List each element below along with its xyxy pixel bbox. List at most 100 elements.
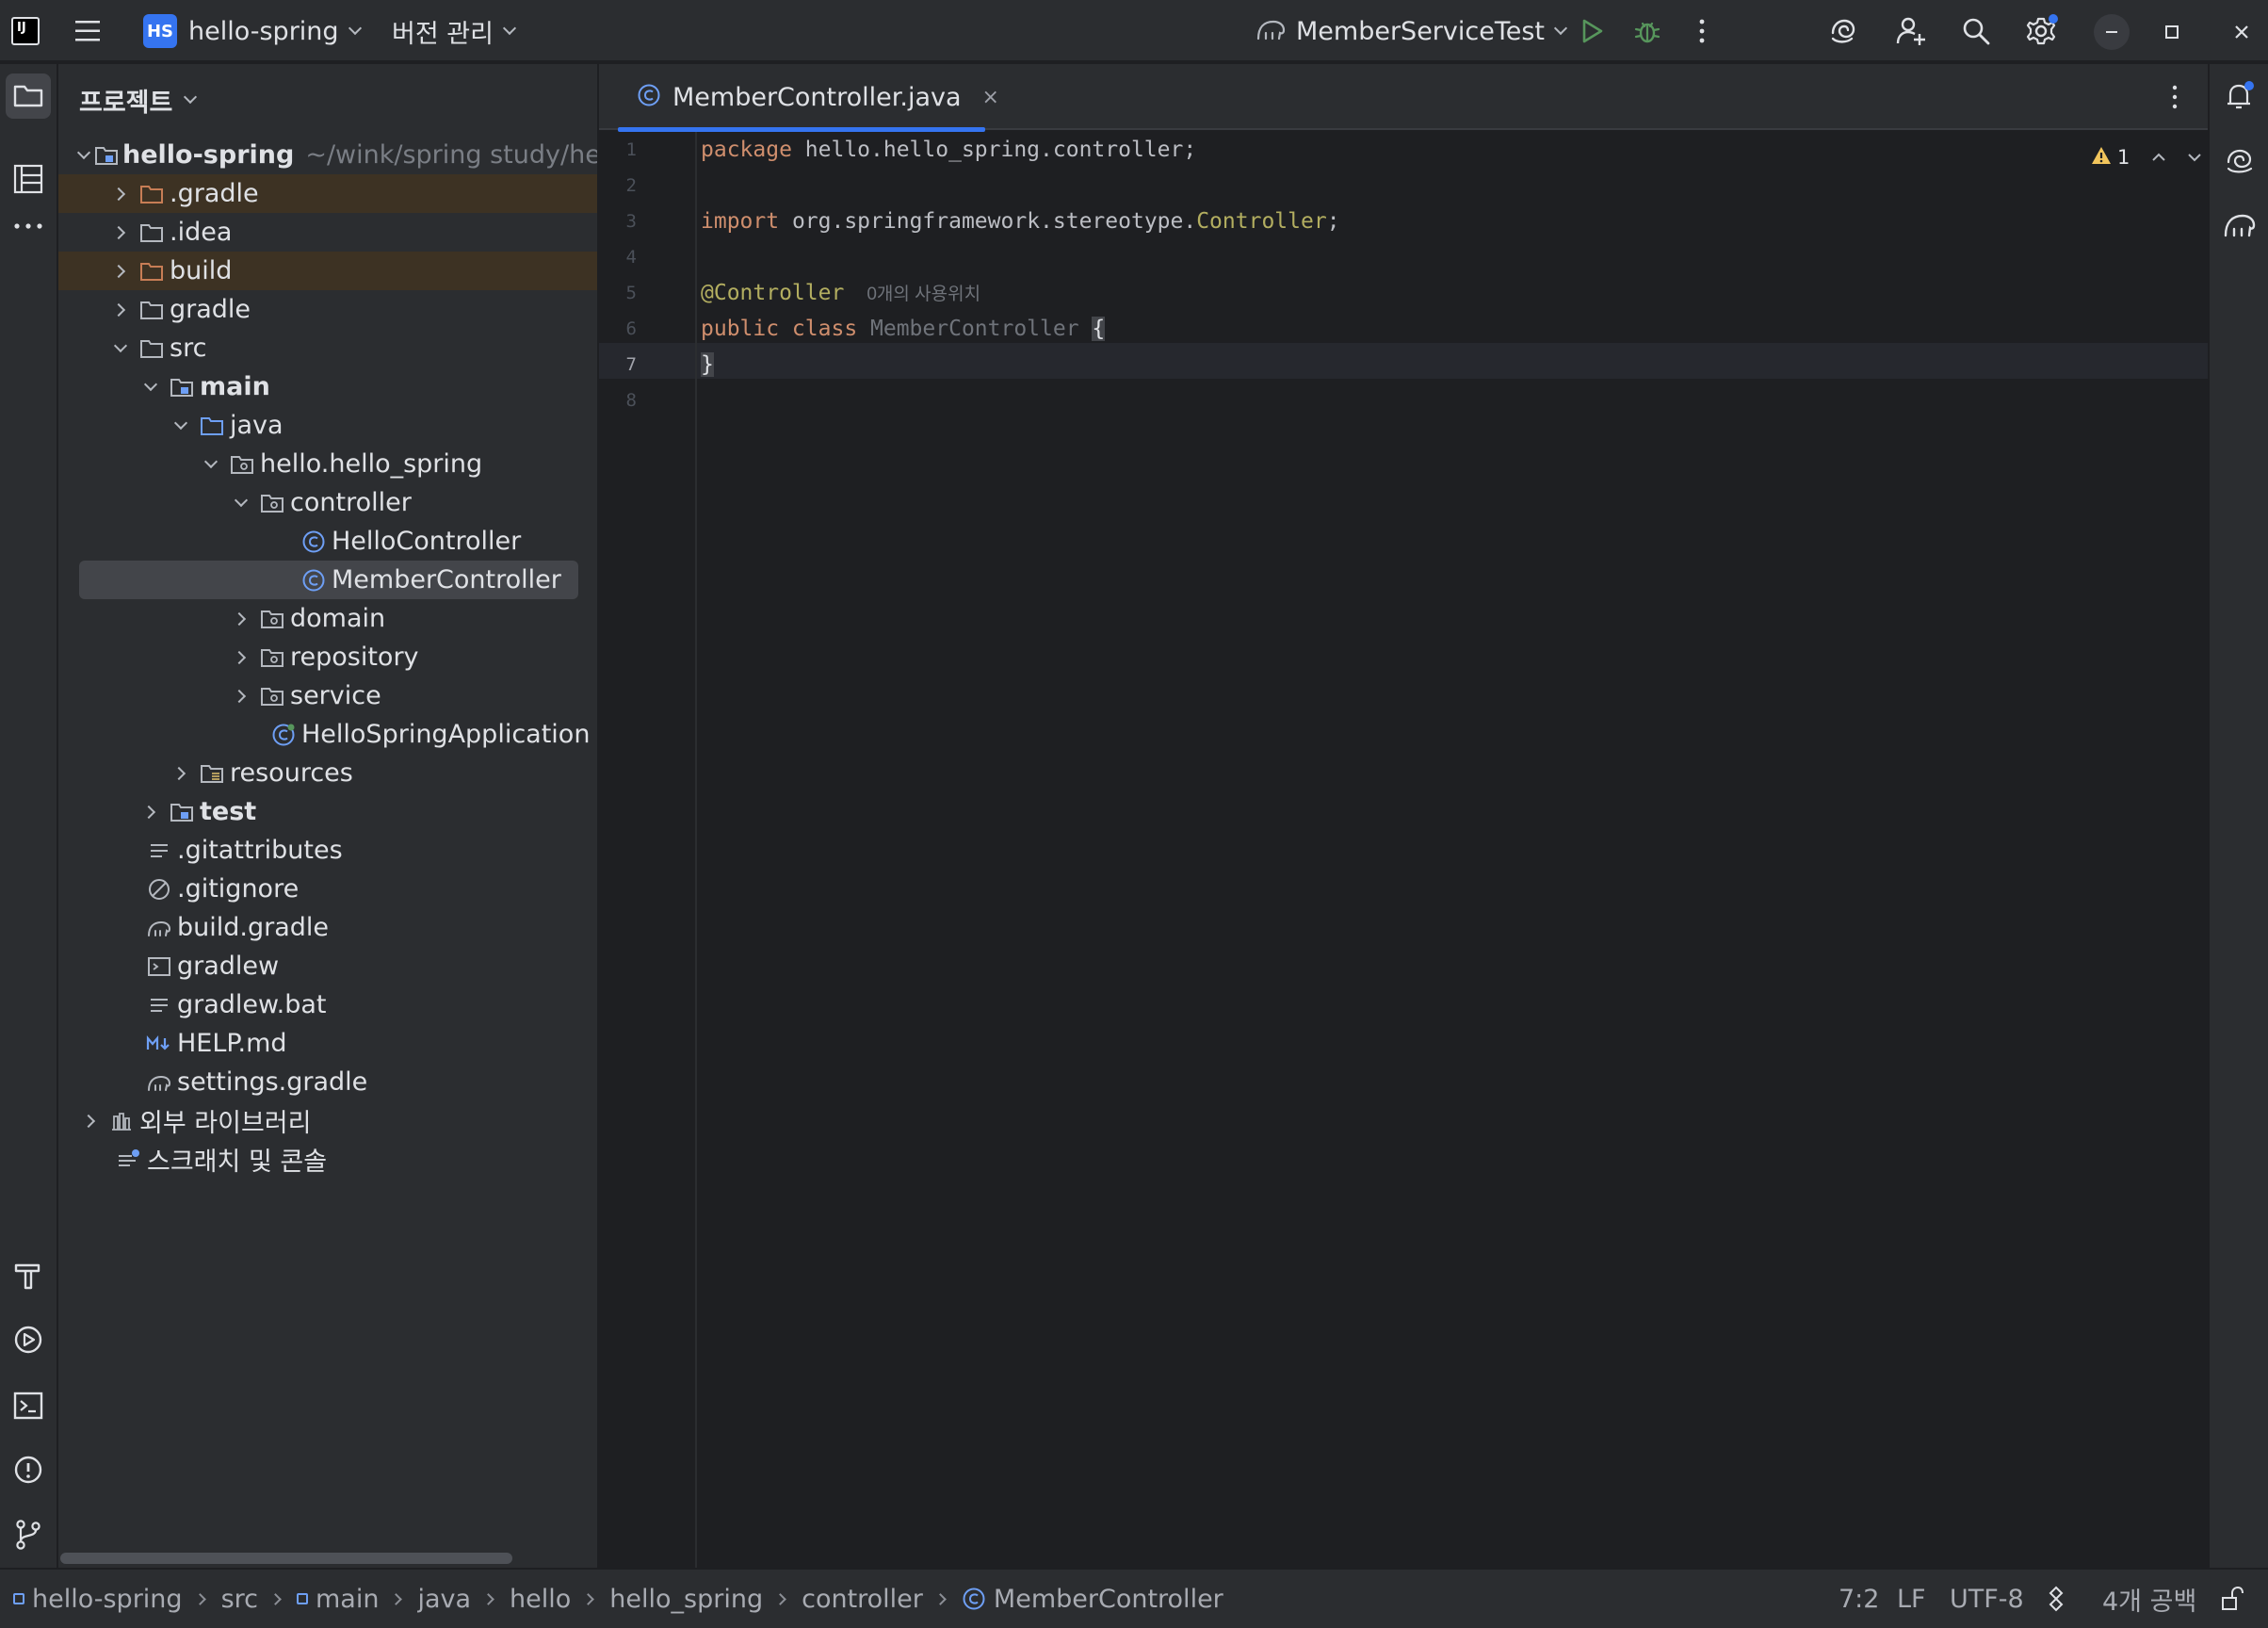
tree-item-service[interactable]: service <box>58 676 597 715</box>
breadcrumb-item[interactable]: hello <box>510 1585 571 1614</box>
chevron-right-icon[interactable] <box>109 252 132 290</box>
usages-inlay-hint[interactable]: 0개의 사용위치 <box>867 285 980 304</box>
close-window-icon[interactable] <box>2228 19 2255 45</box>
tree-item-build-gradle[interactable]: build.gradle <box>58 908 597 947</box>
chevron-right-icon[interactable] <box>230 638 252 676</box>
tree-item-gitignore[interactable]: .gitignore <box>58 870 597 908</box>
inspection-widget[interactable]: 1 <box>2091 138 2203 177</box>
tree-item-label: 스크래치 및 콘솔 <box>147 1148 328 1177</box>
build-hammer-icon[interactable] <box>8 1255 49 1296</box>
run-icon[interactable] <box>1579 17 1605 45</box>
file-encoding[interactable]: UTF-8 <box>1950 1570 2024 1628</box>
breadcrumb-item[interactable]: src <box>221 1585 258 1614</box>
services-icon[interactable] <box>8 1319 49 1360</box>
intellij-logo-icon[interactable]: IJ <box>11 17 40 45</box>
tree-item-hello-spring-application[interactable]: HelloSpringApplication <box>58 715 597 754</box>
caret-position[interactable]: 7:2 <box>1839 1570 1879 1628</box>
project-panel-title[interactable]: 프로젝트 <box>79 81 198 119</box>
tree-item-hello-spring[interactable]: hello-spring ~/wink/spring study/hello- <box>58 136 597 174</box>
code-line-1[interactable]: package hello.hello_spring.controller; <box>701 132 1196 168</box>
run-config-selector[interactable]: MemberServiceTest <box>1255 0 1568 62</box>
code-line-6[interactable]: public class MemberController { <box>701 311 1106 347</box>
tree-item-java[interactable]: java <box>58 406 597 445</box>
tree-item-package-hello-spring[interactable]: hello.hello_spring <box>58 445 597 483</box>
search-icon[interactable] <box>1961 16 1991 46</box>
add-user-icon[interactable] <box>1895 15 1927 47</box>
tree-item-build[interactable]: build <box>58 252 597 290</box>
vcs-menu[interactable]: 버전 관리 <box>392 0 517 62</box>
chevron-down-icon[interactable] <box>230 483 252 522</box>
tree-item-gradle[interactable]: gradle <box>58 290 597 329</box>
tree-item-dot-idea[interactable]: .idea <box>58 213 597 252</box>
minimize-window-icon[interactable] <box>2093 13 2130 51</box>
main-menu-icon[interactable] <box>73 18 102 44</box>
chevron-right-icon[interactable] <box>139 792 162 831</box>
tree-item-gradlew[interactable]: gradlew <box>58 947 597 985</box>
chevron-right-icon[interactable] <box>109 213 132 252</box>
chevron-up-icon[interactable] <box>2150 146 2167 169</box>
breadcrumb-item[interactable]: hello_spring <box>609 1585 763 1614</box>
tab-more-icon[interactable] <box>2170 83 2179 111</box>
tree-item-help-md[interactable]: HELP.md <box>58 1024 597 1063</box>
left-tool-strip <box>0 64 58 1568</box>
notifications-icon[interactable] <box>2221 77 2259 115</box>
tree-item-controller[interactable]: controller <box>58 483 597 522</box>
code-line-3[interactable]: import org.springframework.stereotype.Co… <box>701 204 1340 239</box>
chevron-down-icon[interactable] <box>170 406 192 445</box>
chevron-down-icon[interactable] <box>109 329 132 367</box>
git-branch-icon[interactable] <box>8 1513 49 1555</box>
editor-tab-member-controller[interactable]: MemberController.java × <box>618 64 999 132</box>
code-line-5[interactable]: @Controller 0개의 사용위치 <box>701 275 980 311</box>
terminal-icon[interactable] <box>8 1385 49 1426</box>
structure-icon[interactable] <box>8 158 49 200</box>
settings-gear-icon[interactable] <box>2025 13 2059 47</box>
tree-item-test[interactable]: test <box>58 792 597 831</box>
tree-item-scratches-consoles[interactable]: 스크래치 및 콘솔 <box>58 1140 597 1179</box>
tree-item-external-libraries[interactable]: 외부 라이브러리 <box>58 1101 597 1140</box>
line-separator[interactable]: LF <box>1897 1570 1926 1628</box>
tree-item-repository[interactable]: repository <box>58 638 597 676</box>
project-tool-button[interactable] <box>6 73 51 119</box>
horizontal-scrollbar[interactable] <box>60 1553 512 1564</box>
maximize-window-icon[interactable] <box>2159 19 2185 45</box>
chevron-right-icon[interactable] <box>170 754 192 792</box>
breadcrumb-item[interactable]: hello-spring <box>32 1585 183 1614</box>
tree-item-resources[interactable]: resources <box>58 754 597 792</box>
chevron-right-icon[interactable] <box>109 290 132 329</box>
breadcrumb-item[interactable]: MemberController <box>994 1585 1223 1614</box>
debug-icon[interactable] <box>1633 16 1661 46</box>
tree-item-hello-controller[interactable]: HelloController <box>58 522 597 561</box>
breadcrumb-item[interactable]: java <box>417 1585 471 1614</box>
chevron-down-icon[interactable] <box>2186 146 2203 169</box>
more-actions-icon[interactable] <box>1697 16 1707 46</box>
chevron-right-icon[interactable] <box>79 1101 102 1140</box>
tree-item-gradlew-bat[interactable]: gradlew.bat <box>58 985 597 1024</box>
code-style-icon[interactable] <box>2044 1570 2068 1628</box>
chevron-down-icon[interactable] <box>139 367 162 406</box>
tree-item-member-controller[interactable]: MemberController <box>58 561 597 599</box>
tree-item-settings-gradle[interactable]: settings.gradle <box>58 1063 597 1101</box>
more-tools-icon[interactable] <box>8 219 49 234</box>
tab-close-icon[interactable]: × <box>982 86 999 109</box>
problems-icon[interactable] <box>8 1449 49 1490</box>
chevron-down-icon[interactable] <box>76 136 91 174</box>
chevron-down-icon[interactable] <box>200 445 222 483</box>
tree-item-gitattributes[interactable]: .gitattributes <box>58 831 597 870</box>
breadcrumb-item[interactable]: main <box>316 1585 379 1614</box>
breadcrumb-item[interactable]: controller <box>802 1585 923 1614</box>
chevron-right-icon[interactable] <box>230 676 252 715</box>
chevron-right-icon[interactable] <box>230 599 252 638</box>
tree-item-domain[interactable]: domain <box>58 599 597 638</box>
ai-chat-icon[interactable] <box>2221 143 2259 181</box>
chevron-right-icon[interactable] <box>109 174 132 213</box>
code-line-7[interactable]: } <box>701 347 714 383</box>
readonly-lock-icon[interactable] <box>2219 1570 2245 1628</box>
gradle-elephant-icon[interactable] <box>2221 207 2259 241</box>
tree-item-dot-gradle[interactable]: .gradle <box>58 174 597 213</box>
project-switcher[interactable]: HS hello-spring <box>143 0 362 62</box>
tree-item-main[interactable]: main <box>58 367 597 406</box>
line-number-gutter[interactable]: 1 2 3 4 5 6 7 8 <box>599 132 697 1568</box>
ai-assistant-icon[interactable] <box>1827 16 1857 46</box>
indent-setting[interactable]: 4개 공백 <box>2102 1570 2196 1628</box>
tree-item-src[interactable]: src <box>58 329 597 367</box>
